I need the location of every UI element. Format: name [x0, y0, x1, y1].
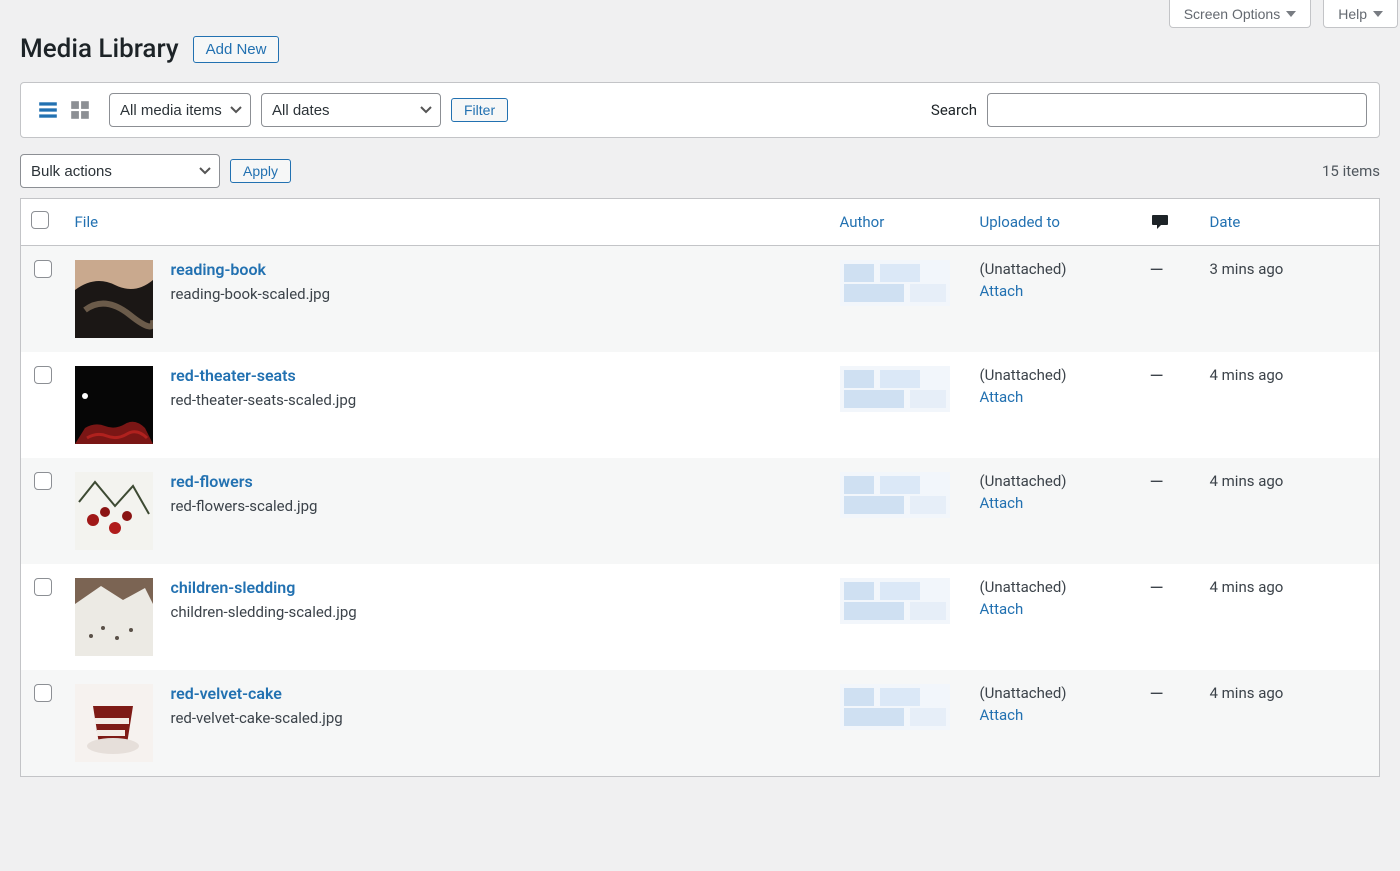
select-all-checkbox[interactable] [31, 211, 49, 229]
date-cell: 4 mins ago [1200, 458, 1380, 564]
attach-link[interactable]: Attach [980, 388, 1130, 406]
date-cell: 4 mins ago [1200, 352, 1380, 458]
author-cell [840, 260, 950, 306]
help-label: Help [1338, 6, 1367, 22]
author-cell [840, 366, 950, 412]
add-new-button[interactable]: Add New [193, 36, 280, 63]
comments-count: — [1150, 578, 1164, 599]
comments-icon [1150, 212, 1170, 232]
attach-link[interactable]: Attach [980, 494, 1130, 512]
col-file-header[interactable]: File [75, 213, 99, 231]
author-cell [840, 578, 950, 624]
list-view-button[interactable] [33, 95, 63, 125]
filter-toolbar: All media items All dates Filter Search [20, 82, 1380, 138]
table-row: red-theater-seats red-theater-seats-scal… [21, 352, 1380, 458]
media-thumbnail[interactable] [75, 684, 153, 762]
media-thumbnail[interactable] [75, 260, 153, 338]
table-row: children-sledding children-sledding-scal… [21, 564, 1380, 670]
attach-link[interactable]: Attach [980, 282, 1130, 300]
uploaded-status: (Unattached) [980, 578, 1067, 596]
item-count: 15 items [1322, 162, 1380, 180]
media-thumbnail[interactable] [75, 472, 153, 550]
date-cell: 4 mins ago [1200, 670, 1380, 777]
row-checkbox[interactable] [34, 578, 52, 596]
table-row: reading-book reading-book-scaled.jpg (Un… [21, 246, 1380, 353]
media-title-link[interactable]: children-sledding [171, 578, 296, 597]
media-type-filter[interactable]: All media items [109, 93, 251, 127]
col-author-header[interactable]: Author [840, 213, 885, 231]
chevron-down-icon [1373, 11, 1383, 17]
author-cell [840, 472, 950, 518]
attach-link[interactable]: Attach [980, 706, 1130, 724]
row-checkbox[interactable] [34, 366, 52, 384]
search-label: Search [931, 101, 977, 119]
date-cell: 4 mins ago [1200, 564, 1380, 670]
media-filename: red-theater-seats-scaled.jpg [171, 391, 357, 409]
uploaded-status: (Unattached) [980, 472, 1067, 490]
table-row: red-flowers red-flowers-scaled.jpg (Unat… [21, 458, 1380, 564]
row-checkbox[interactable] [34, 472, 52, 490]
bulk-actions-select[interactable]: Bulk actions [20, 154, 220, 188]
screen-options-button[interactable]: Screen Options [1169, 0, 1312, 28]
search-input[interactable] [987, 93, 1367, 127]
row-checkbox[interactable] [34, 684, 52, 702]
media-thumbnail[interactable] [75, 366, 153, 444]
media-table: File Author Uploaded to Date reading-boo… [20, 198, 1380, 777]
date-cell: 3 mins ago [1200, 246, 1380, 353]
filter-button[interactable]: Filter [451, 98, 508, 122]
media-title-link[interactable]: red-theater-seats [171, 366, 296, 385]
media-title-link[interactable]: red-velvet-cake [171, 684, 282, 703]
screen-options-label: Screen Options [1184, 6, 1281, 22]
grid-icon [69, 99, 91, 121]
page-title: Media Library [20, 34, 179, 64]
comments-count: — [1150, 260, 1164, 281]
media-title-link[interactable]: reading-book [171, 260, 266, 279]
media-filename: red-flowers-scaled.jpg [171, 497, 318, 515]
uploaded-status: (Unattached) [980, 260, 1067, 278]
grid-view-button[interactable] [65, 95, 95, 125]
chevron-down-icon [1286, 11, 1296, 17]
comments-count: — [1150, 684, 1164, 705]
comments-count: — [1150, 366, 1164, 387]
col-uploaded-header[interactable]: Uploaded to [980, 213, 1060, 231]
media-filename: red-velvet-cake-scaled.jpg [171, 709, 343, 727]
uploaded-status: (Unattached) [980, 366, 1067, 384]
media-filename: children-sledding-scaled.jpg [171, 603, 357, 621]
author-cell [840, 684, 950, 730]
table-row: red-velvet-cake red-velvet-cake-scaled.j… [21, 670, 1380, 777]
col-date-header[interactable]: Date [1210, 213, 1241, 231]
list-icon [37, 99, 59, 121]
help-button[interactable]: Help [1323, 0, 1398, 28]
attach-link[interactable]: Attach [980, 600, 1130, 618]
media-filename: reading-book-scaled.jpg [171, 285, 331, 303]
comments-count: — [1150, 472, 1164, 493]
media-thumbnail[interactable] [75, 578, 153, 656]
row-checkbox[interactable] [34, 260, 52, 278]
uploaded-status: (Unattached) [980, 684, 1067, 702]
date-filter[interactable]: All dates [261, 93, 441, 127]
media-title-link[interactable]: red-flowers [171, 472, 253, 491]
apply-bulk-button[interactable]: Apply [230, 159, 291, 183]
